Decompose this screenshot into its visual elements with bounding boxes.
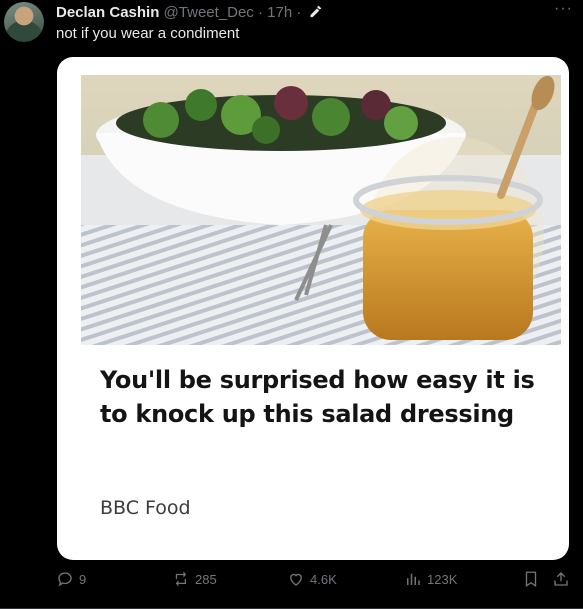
salad-dressing-image: [81, 75, 561, 345]
views-chart-icon: [407, 573, 420, 585]
heart-icon: [290, 573, 302, 586]
avatar[interactable]: [4, 2, 44, 42]
timestamp[interactable]: 17h: [267, 4, 292, 21]
display-name[interactable]: Declan Cashin: [56, 4, 159, 21]
repost-button[interactable]: 285: [172, 570, 217, 588]
reply-button[interactable]: 9: [56, 570, 86, 588]
reply-icon: [58, 572, 72, 587]
user-handle[interactable]: @Tweet_Dec: [164, 4, 254, 21]
views-button[interactable]: 123K: [404, 570, 457, 588]
like-count: 4.6K: [310, 571, 337, 587]
more-options-icon[interactable]: ···: [554, 0, 573, 18]
bookmark-icon: [525, 571, 537, 588]
edited-pencil-icon[interactable]: [308, 4, 323, 24]
card-headline: You'll be surprised how easy it is to kn…: [100, 366, 535, 428]
separator: ·: [257, 4, 263, 21]
repost-icon: [175, 571, 187, 587]
share-icon: [554, 572, 568, 586]
link-card[interactable]: You'll be surprised how easy it is to kn…: [57, 57, 569, 560]
bookmark-button[interactable]: [522, 570, 540, 588]
share-button[interactable]: [552, 570, 570, 588]
repost-count: 285: [195, 571, 217, 587]
tweet-text: not if you wear a condiment: [56, 25, 240, 42]
like-button[interactable]: 4.6K: [287, 570, 337, 588]
link-card-content[interactable]: You'll be surprised how easy it is to kn…: [81, 75, 561, 540]
separator-2: ·: [296, 4, 302, 21]
card-source: BBC Food: [100, 497, 191, 519]
tweet-header: Declan Cashin @Tweet_Dec · 17h ·: [56, 4, 323, 24]
views-count: 123K: [427, 571, 458, 587]
action-bar: 9 285 4.6K 123K: [0, 570, 583, 598]
reply-count: 9: [79, 571, 87, 587]
